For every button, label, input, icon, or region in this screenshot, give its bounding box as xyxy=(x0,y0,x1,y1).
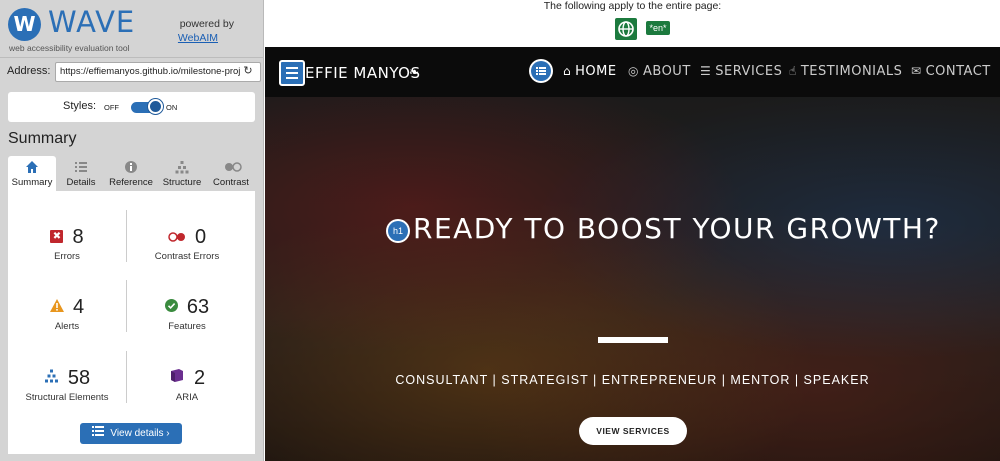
website-preview: EFFIE MANYOS ❧ ⌂ HOME ◎ ABOUT ☰ SERVICES ☝ T… xyxy=(265,47,1000,461)
aria-label: ARIA xyxy=(175,392,199,403)
contrast-errors-label: Contrast Errors xyxy=(154,251,220,262)
aria-stat[interactable]: 2 ARIA xyxy=(128,362,246,422)
wave-logo-subtitle: web accessibility evaluation tool xyxy=(9,43,130,53)
list-badge-icon[interactable] xyxy=(529,59,553,83)
contrast-icon xyxy=(168,222,186,252)
address-label: Address: xyxy=(7,65,51,77)
styles-toggle-box: Styles: OFF ON xyxy=(8,92,255,122)
nav-contact[interactable]: ✉ CONTACT xyxy=(911,64,991,79)
error-icon: ✖ xyxy=(50,230,64,243)
tab-structure-label: Structure xyxy=(162,177,202,188)
contrast-icon xyxy=(224,160,242,174)
hero-section: h1 READY TO BOOST YOUR GROWTH? CONSULTAN… xyxy=(265,97,1000,461)
stat-divider xyxy=(126,280,127,332)
alerts-count: 4 xyxy=(72,295,85,318)
nav-contact-label: CONTACT xyxy=(925,64,991,79)
aria-cube-icon xyxy=(169,363,185,393)
sidebar-divider xyxy=(0,57,264,58)
errors-count: 8 xyxy=(72,225,84,248)
page-preview: The following apply to the entire page: … xyxy=(265,0,1000,461)
hero-divider xyxy=(598,337,668,343)
tab-contrast[interactable]: Contrast xyxy=(208,156,254,192)
tab-reference[interactable]: Reference xyxy=(106,156,156,192)
list-icon xyxy=(74,160,88,174)
hero-subtitle: CONSULTANT | STRATEGIST | ENTREPRENEUR |… xyxy=(395,373,870,387)
list-icon: ☰ xyxy=(700,64,712,78)
tab-summary-label: Summary xyxy=(11,177,53,188)
nav-testimonials-label: TESTIMONIALS xyxy=(800,64,903,79)
nav-about-label: ABOUT xyxy=(642,64,691,79)
wave-logo-name: WAVE xyxy=(48,5,136,39)
wave-tabs: Summary Details Reference Structure Cont… xyxy=(8,156,255,192)
view-details-button[interactable]: View details › xyxy=(80,423,182,444)
globe-icon[interactable] xyxy=(615,18,637,40)
address-row: Address: https://effiemanyos.github.io/m… xyxy=(7,62,261,82)
site-navbar: EFFIE MANYOS ❧ ⌂ HOME ◎ ABOUT ☰ SERVICES ☝ T… xyxy=(265,47,1000,97)
tab-details[interactable]: Details xyxy=(58,156,104,192)
address-input[interactable]: https://effiemanyos.github.io/milestone-… xyxy=(55,62,261,82)
alert-icon xyxy=(49,292,64,322)
brand-logo-icon[interactable] xyxy=(279,60,305,86)
summary-panel: ✖ 8 Errors 0 Contrast Errors 4 Alerts 63… xyxy=(8,191,255,454)
hero-background-image xyxy=(265,97,1000,461)
envelope-icon: ✉ xyxy=(911,64,922,78)
nav-services-label: SERVICES xyxy=(715,64,783,79)
features-stat[interactable]: 63 Features xyxy=(128,291,246,351)
view-details-label: View details › xyxy=(110,428,170,440)
page-level-text: The following apply to the entire page: xyxy=(543,0,722,12)
structural-stat[interactable]: 58 Structural Elements xyxy=(8,362,126,422)
features-label: Features xyxy=(168,321,206,332)
toggle-off-label: OFF xyxy=(104,103,119,112)
stat-divider xyxy=(126,351,127,403)
structure-icon xyxy=(44,363,59,393)
structural-count: 58 xyxy=(67,366,91,389)
alerts-label: Alerts xyxy=(54,321,80,332)
user-icon: ◎ xyxy=(628,64,639,78)
thumbs-up-icon: ☝ xyxy=(789,64,797,78)
nav-home-label: HOME xyxy=(575,64,617,79)
hero-title: READY TO BOOST YOUR GROWTH? xyxy=(413,212,941,245)
wave-logo-row: W WAVE web accessibility evaluation tool… xyxy=(6,5,260,56)
page-level-bar: The following apply to the entire page: … xyxy=(265,0,1000,47)
contrast-errors-stat[interactable]: 0 Contrast Errors xyxy=(128,221,246,281)
tab-summary[interactable]: Summary xyxy=(8,156,56,192)
home-icon xyxy=(25,160,39,174)
nav-services[interactable]: ☰ SERVICES xyxy=(700,64,782,79)
summary-title: Summary xyxy=(8,130,77,147)
features-count: 63 xyxy=(186,295,210,318)
nav-home[interactable]: ⌂ HOME xyxy=(563,64,617,79)
h1-badge-label: h1 xyxy=(388,221,408,241)
webaim-link[interactable]: WebAIM xyxy=(178,32,218,44)
tab-structure[interactable]: Structure xyxy=(158,156,206,192)
nav-testimonials[interactable]: ☝ TESTIMONIALS xyxy=(789,64,902,79)
aria-count: 2 xyxy=(193,366,206,389)
tab-details-label: Details xyxy=(66,177,96,188)
errors-label: Errors xyxy=(54,251,80,262)
errors-stat[interactable]: ✖ 8 Errors xyxy=(8,221,126,281)
brand-name[interactable]: EFFIE MANYOS xyxy=(305,64,421,82)
home-icon: ⌂ xyxy=(563,64,572,78)
stat-divider xyxy=(126,210,127,262)
tab-contrast-label: Contrast xyxy=(213,177,249,188)
h1-badge-icon[interactable]: h1 xyxy=(386,219,410,243)
wave-logo-icon: W xyxy=(8,8,41,41)
leaf-icon: ❧ xyxy=(409,65,420,79)
contrast-errors-count: 0 xyxy=(194,225,207,248)
toggle-on-label: ON xyxy=(166,103,178,112)
list-icon xyxy=(92,423,105,444)
feature-check-icon xyxy=(164,292,178,322)
view-services-button[interactable]: VIEW SERVICES xyxy=(579,417,687,445)
alerts-stat[interactable]: 4 Alerts xyxy=(8,291,126,351)
info-icon xyxy=(124,160,138,174)
powered-by-label: powered by xyxy=(179,18,234,30)
language-badge[interactable]: *en* xyxy=(646,21,670,35)
structure-icon xyxy=(175,160,189,174)
tab-reference-label: Reference xyxy=(109,177,153,188)
styles-label: Styles: xyxy=(63,100,97,112)
reload-icon[interactable]: ↻ xyxy=(242,65,254,77)
wave-sidebar: W WAVE web accessibility evaluation tool… xyxy=(0,0,264,461)
nav-about[interactable]: ◎ ABOUT xyxy=(628,64,691,79)
styles-toggle-knob[interactable] xyxy=(148,99,163,114)
structural-label: Structural Elements xyxy=(25,392,109,403)
